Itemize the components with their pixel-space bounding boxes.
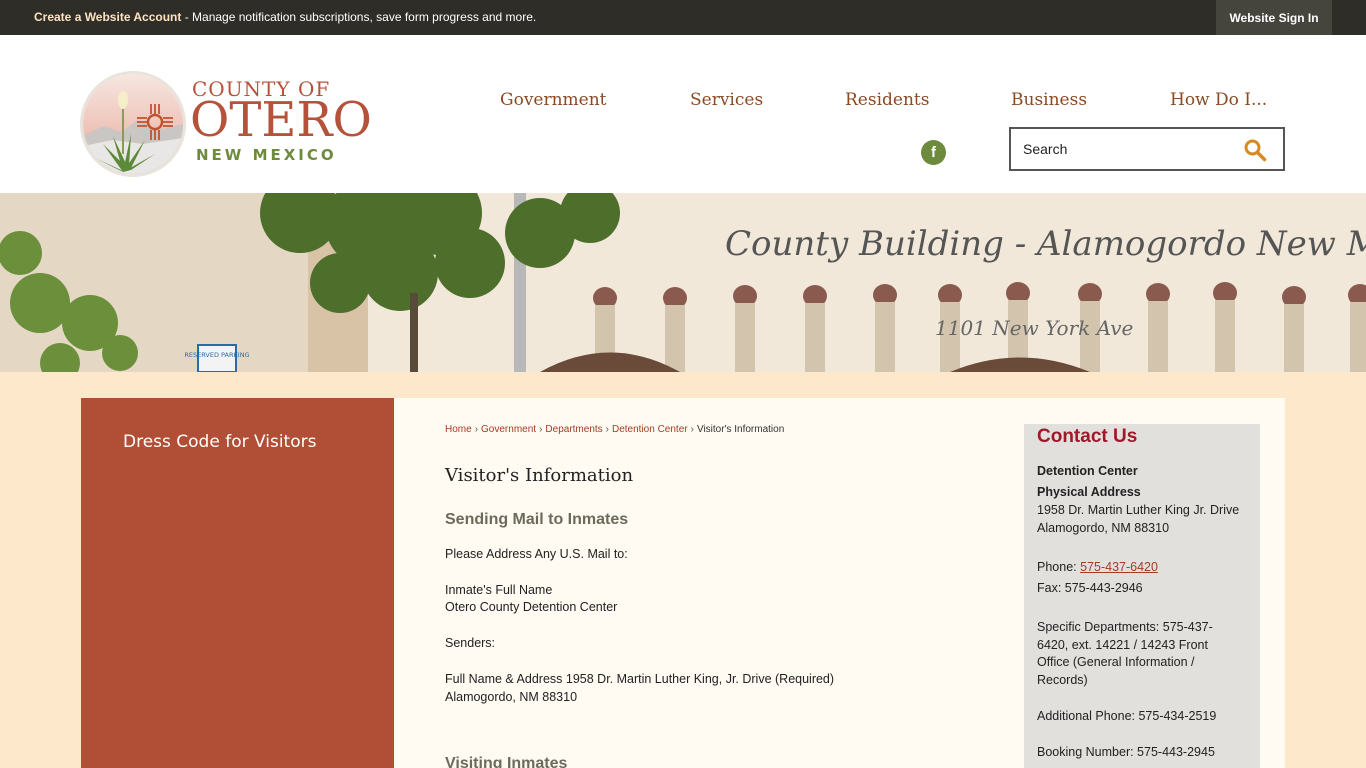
main-nav: Government Services Residents Business H…: [500, 90, 1270, 114]
nav-residents[interactable]: Residents: [845, 90, 929, 110]
contact-specific-1: Specific Departments: 575-437-: [1037, 620, 1213, 634]
contact-specific-3: Office (General Information /: [1037, 655, 1195, 669]
nav-services[interactable]: Services: [690, 90, 763, 110]
contact-address-label: Physical Address: [1037, 485, 1141, 499]
top-bar: Create a Website Account - Manage notifi…: [0, 0, 1366, 35]
logo-state-text: NEW MEXICO: [196, 146, 337, 164]
banner-address-text: 1101 New York Ave: [935, 316, 1133, 340]
breadcrumb-government[interactable]: Government: [481, 424, 536, 435]
section-heading-visiting: Visiting Inmates: [445, 755, 568, 768]
breadcrumb-home[interactable]: Home: [445, 424, 472, 435]
breadcrumb-current: Visitor's Information: [696, 424, 785, 435]
banner-sign-text: County Building - Alamogordo New Mexico: [725, 224, 1366, 264]
senders-label: Senders:: [445, 636, 496, 650]
account-banner-text: - Manage notification subscriptions, sav…: [181, 10, 537, 24]
logo-emblem-icon: [80, 71, 186, 177]
contact-fax: Fax: 575-443-2946: [1037, 581, 1143, 595]
hero-banner: County Building - Alamogordo New Mexico …: [0, 193, 1366, 372]
contact-specific-4: Records): [1037, 673, 1088, 687]
contact-specific-2: 6420, ext. 14221 / 14243 Front: [1037, 638, 1208, 652]
mail-instruction: Please Address Any U.S. Mail to:: [445, 547, 628, 561]
breadcrumb-detention-center[interactable]: Detention Center: [612, 424, 688, 435]
sidebar-item-dress-code[interactable]: Dress Code for Visitors: [123, 432, 316, 452]
mail-line-facility: Otero County Detention Center: [445, 600, 618, 614]
search-icon[interactable]: [1243, 138, 1267, 162]
page-title: Visitor's Information: [445, 465, 634, 486]
contact-panel: Contact Us Detention Center Physical Add…: [1024, 424, 1260, 768]
search-input[interactable]: [1023, 139, 1223, 159]
search-box: [1009, 127, 1285, 171]
section-heading-mail: Sending Mail to Inmates: [445, 511, 629, 528]
contact-department: Detention Center: [1037, 464, 1138, 478]
contact-additional-phone: Additional Phone: 575-434-2519: [1037, 709, 1217, 723]
senders-line-2: Alamogordo, NM 88310: [445, 690, 578, 704]
banner-image: County Building - Alamogordo New Mexico …: [0, 193, 1366, 372]
account-banner: Create a Website Account - Manage notifi…: [34, 10, 536, 24]
parking-sign-text: RESERVED PARKING: [184, 351, 249, 359]
contact-phone: Phone: 575-437-6420: [1037, 560, 1158, 574]
contact-address-line2: Alamogordo, NM 88310: [1037, 521, 1170, 535]
facebook-glyph: f: [931, 144, 936, 161]
mail-line-name: Inmate's Full Name: [445, 583, 553, 597]
contact-phone-label: Phone:: [1037, 560, 1081, 574]
site-header: COUNTY OF OTERO NEW MEXICO Government Se…: [0, 35, 1366, 193]
breadcrumb: Home › Government › Departments › Detention Ce…: [445, 424, 785, 435]
breadcrumb-departments[interactable]: Departments: [545, 424, 602, 435]
contact-phone-link[interactable]: 575-437-6420: [1080, 560, 1158, 574]
create-account-link[interactable]: Create a Website Account: [34, 10, 181, 24]
nav-business[interactable]: Business: [1011, 90, 1087, 110]
nav-how-do-i[interactable]: How Do I...: [1170, 90, 1267, 110]
sign-in-button[interactable]: Website Sign In: [1216, 0, 1332, 35]
county-logo[interactable]: COUNTY OF OTERO NEW MEXICO: [80, 71, 390, 177]
contact-address-line1: 1958 Dr. Martin Luther King Jr. Drive: [1037, 503, 1240, 517]
senders-line-1: Full Name & Address 1958 Dr. Martin Luth…: [445, 672, 835, 686]
contact-title: Contact Us: [1037, 426, 1138, 447]
facebook-icon[interactable]: f: [921, 140, 946, 165]
logo-otero-text: OTERO: [190, 92, 372, 148]
contact-booking-number: Booking Number: 575-443-2945: [1037, 745, 1215, 759]
nav-government[interactable]: Government: [500, 90, 607, 110]
sidebar: Dress Code for Visitors: [81, 398, 394, 768]
